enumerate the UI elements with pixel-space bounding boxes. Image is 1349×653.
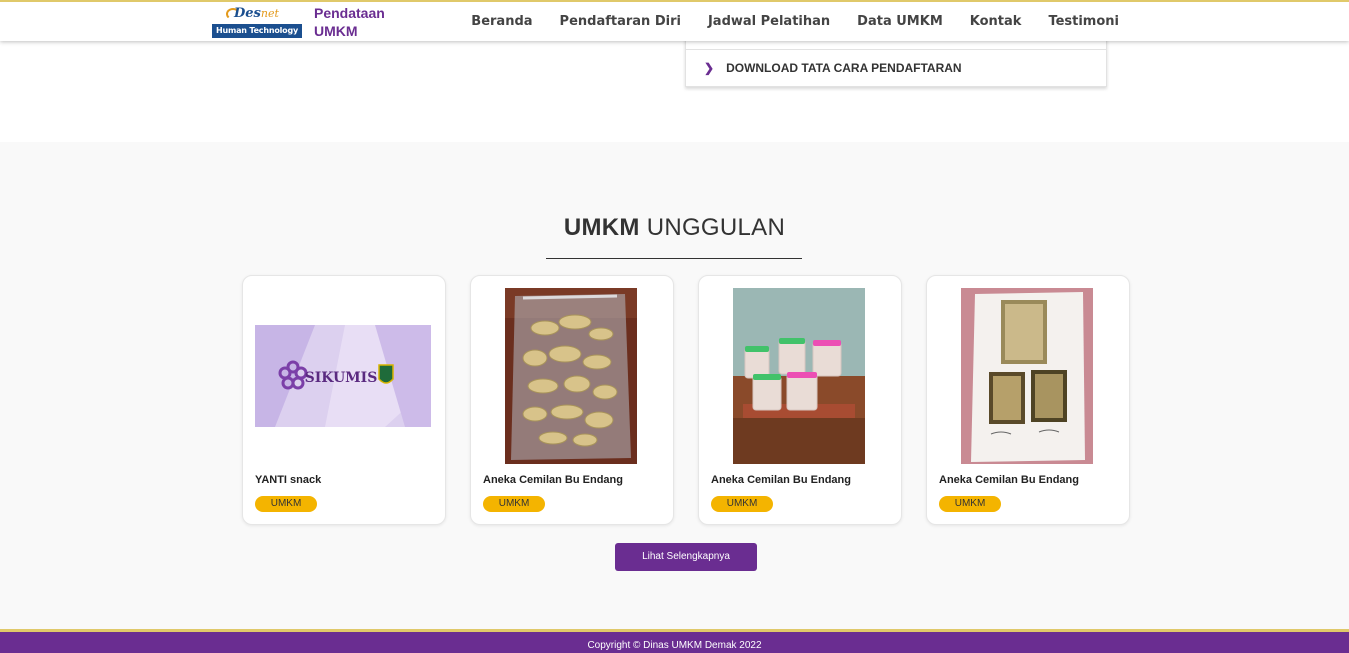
banner-text: SIKUMIS <box>305 370 378 386</box>
card-image[interactable] <box>483 288 659 464</box>
copyright-text: Copyright © Dinas UMKM Demak 2022 <box>587 640 762 651</box>
logo-word: Desnet <box>234 6 279 21</box>
nav-beranda[interactable]: Beranda <box>471 14 532 29</box>
featured-umkm-section: UMKM UNGGULAN SIKUMIS YANTI snack UMKM A… <box>0 142 1349 629</box>
card-image[interactable]: SIKUMIS <box>255 288 431 464</box>
brand-title[interactable]: Pendataan UMKM <box>314 4 404 40</box>
nav-pendaftaran-diri[interactable]: Pendaftaran Diri <box>560 14 681 29</box>
card-name[interactable]: Aneka Cemilan Bu Endang <box>483 474 623 486</box>
main-nav: Beranda Pendaftaran Diri Jadwal Pelatiha… <box>444 2 1119 41</box>
section-title: UMKM UNGGULAN <box>563 214 786 241</box>
category-badge: UMKM <box>939 496 1001 512</box>
card-name[interactable]: Aneka Cemilan Bu Endang <box>939 474 1079 486</box>
jars-photo <box>733 288 865 464</box>
umkm-card[interactable]: SIKUMIS YANTI snack UMKM <box>242 275 446 525</box>
title-underline <box>546 258 802 259</box>
chevron-right-icon: ❯ <box>704 61 715 75</box>
nav-kontak[interactable]: Kontak <box>970 14 1022 29</box>
see-more-button[interactable]: Lihat Selengkapnya <box>615 543 757 571</box>
logo-band: Human Technology <box>212 24 302 38</box>
card-image[interactable] <box>711 288 887 464</box>
card-name[interactable]: Aneka Cemilan Bu Endang <box>711 474 851 486</box>
category-badge: UMKM <box>711 496 773 512</box>
site-footer: Copyright © Dinas UMKM Demak 2022 <box>0 629 1349 653</box>
accordion-item-label: DOWNLOAD TATA CARA PENDAFTARAN <box>726 61 962 75</box>
flyer-photo <box>961 288 1093 464</box>
umkm-card[interactable]: Aneka Cemilan Bu Endang UMKM <box>926 275 1130 525</box>
card-image[interactable] <box>939 288 1115 464</box>
category-badge: UMKM <box>483 496 545 512</box>
category-badge: UMKM <box>255 496 317 512</box>
site-header: Desnet Human Technology Pendataan UMKM B… <box>0 0 1349 41</box>
card-name[interactable]: YANTI snack <box>255 474 321 486</box>
nav-testimoni[interactable]: Testimoni <box>1048 14 1119 29</box>
card-list: SIKUMIS YANTI snack UMKM Aneka Cemilan B… <box>242 275 1130 525</box>
desnet-logo[interactable]: Desnet Human Technology <box>212 5 302 38</box>
nav-data-umkm[interactable]: Data UMKM <box>857 14 943 29</box>
sikumis-banner-image: SIKUMIS <box>255 325 431 427</box>
snack-bag-photo <box>505 288 637 464</box>
accordion-divider <box>686 49 1106 50</box>
accordion-item-download[interactable]: ❯ DOWNLOAD TATA CARA PENDAFTARAN <box>704 61 962 75</box>
umkm-card[interactable]: Aneka Cemilan Bu Endang UMKM <box>698 275 902 525</box>
nav-jadwal-pelatihan[interactable]: Jadwal Pelatihan <box>708 14 830 29</box>
umkm-card[interactable]: Aneka Cemilan Bu Endang UMKM <box>470 275 674 525</box>
